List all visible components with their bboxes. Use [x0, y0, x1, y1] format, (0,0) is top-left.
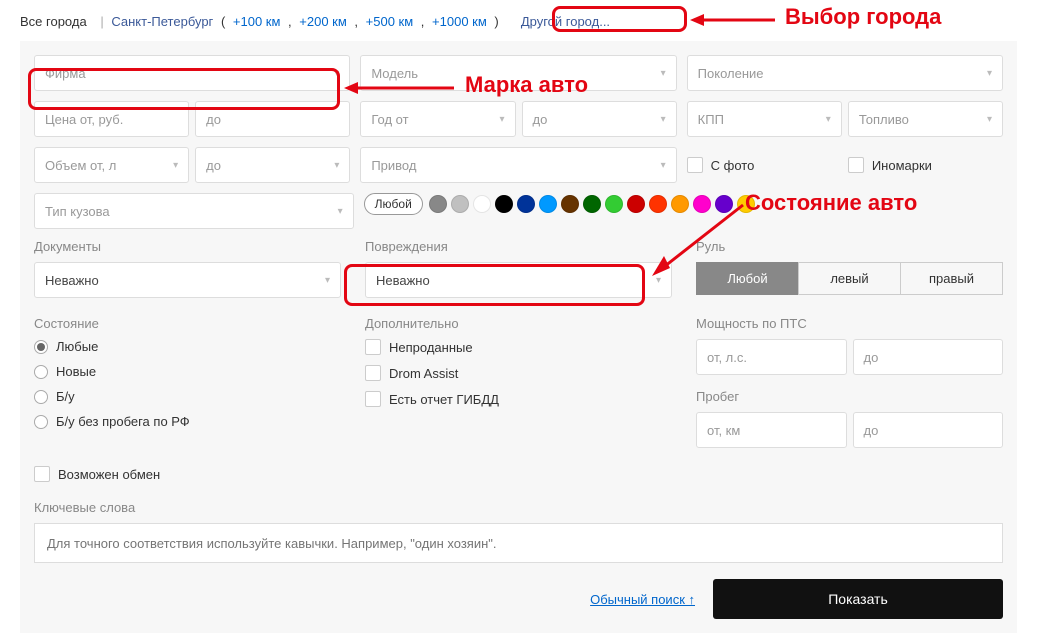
generation-placeholder: Поколение	[698, 66, 764, 81]
brand-placeholder: Фирма	[45, 66, 86, 81]
separator: |	[100, 14, 103, 29]
fuel-select[interactable]: Топливо▾	[848, 101, 1003, 137]
chevron-down-icon: ▾	[338, 206, 343, 217]
model-select[interactable]: Модель ▾	[360, 55, 676, 91]
radius-500[interactable]: +500 км	[366, 14, 414, 29]
year-to-select[interactable]: до▾	[522, 101, 677, 137]
chevron-down-icon: ▾	[334, 68, 339, 79]
wheel-right-button[interactable]: правый	[900, 262, 1003, 295]
drive-select[interactable]: Привод▾	[360, 147, 676, 183]
color-swatch[interactable]	[539, 195, 557, 213]
wheel-any-button[interactable]: Любой	[696, 262, 799, 295]
radio-icon	[34, 415, 48, 429]
condition-label: Состояние	[34, 316, 341, 331]
color-swatch[interactable]	[715, 195, 733, 213]
chevron-down-icon: ▾	[656, 275, 661, 286]
body-type-select[interactable]: Тип кузова▾	[34, 193, 354, 229]
power-to-input[interactable]: до	[853, 339, 1004, 375]
condition-used-radio[interactable]: Б/у	[34, 389, 341, 404]
chevron-down-icon: ▾	[499, 114, 504, 125]
color-swatch[interactable]	[605, 195, 623, 213]
radio-icon	[34, 390, 48, 404]
color-swatch[interactable]	[737, 195, 755, 213]
gearbox-select[interactable]: КПП▾	[687, 101, 842, 137]
foreign-checkbox[interactable]: Иномарки	[848, 147, 1003, 183]
radius-200[interactable]: +200 км	[299, 14, 347, 29]
filters-panel: Фирма ▾ Модель ▾ Поколение ▾ Цена от, ру…	[20, 41, 1017, 633]
keywords-label: Ключевые слова	[34, 500, 1003, 515]
city-selector-bar: Все города | Санкт-Петербург ( +100 км ,…	[20, 10, 1017, 41]
simple-search-link[interactable]: Обычный поиск ↑	[590, 592, 695, 607]
color-swatch[interactable]	[517, 195, 535, 213]
radio-icon	[34, 365, 48, 379]
chevron-down-icon: ▾	[173, 160, 178, 171]
mileage-to-input[interactable]: до	[853, 412, 1004, 448]
condition-no-rf-radio[interactable]: Б/у без пробега по РФ	[34, 414, 341, 429]
checkbox-icon	[365, 365, 381, 381]
color-swatch[interactable]	[429, 195, 447, 213]
color-swatch[interactable]	[451, 195, 469, 213]
exchange-checkbox[interactable]: Возможен обмен	[34, 466, 1003, 482]
color-swatch[interactable]	[561, 195, 579, 213]
checkbox-icon	[365, 391, 381, 407]
keywords-input[interactable]	[34, 523, 1003, 563]
wheel-left-button[interactable]: левый	[798, 262, 901, 295]
radius-1000[interactable]: +1000 км	[432, 14, 487, 29]
power-from-input[interactable]: от, л.с.	[696, 339, 847, 375]
color-swatch[interactable]	[495, 195, 513, 213]
checkbox-icon	[365, 339, 381, 355]
mileage-from-input[interactable]: от, км	[696, 412, 847, 448]
chevron-down-icon: ▾	[661, 114, 666, 125]
chevron-down-icon: ▾	[661, 160, 666, 171]
generation-select[interactable]: Поколение ▾	[687, 55, 1003, 91]
wheel-label: Руль	[696, 239, 1003, 254]
other-city-link[interactable]: Другой город...	[521, 14, 610, 29]
with-photo-checkbox[interactable]: С фото	[687, 147, 842, 183]
drom-assist-checkbox[interactable]: Drom Assist	[365, 365, 672, 381]
extra-label: Дополнительно	[365, 316, 672, 331]
chevron-down-icon: ▾	[987, 68, 992, 79]
radio-icon	[34, 340, 48, 354]
volume-to-select[interactable]: до▾	[195, 147, 350, 183]
chevron-down-icon: ▾	[661, 68, 666, 79]
chevron-down-icon: ▾	[334, 160, 339, 171]
color-swatch[interactable]	[627, 195, 645, 213]
chevron-down-icon: ▾	[826, 114, 831, 125]
chevron-down-icon: ▾	[987, 114, 992, 125]
unsold-checkbox[interactable]: Непроданные	[365, 339, 672, 355]
documents-label: Документы	[34, 239, 341, 254]
damage-label: Повреждения	[365, 239, 672, 254]
volume-from-select[interactable]: Объем от, л▾	[34, 147, 189, 183]
radius-100[interactable]: +100 км	[233, 14, 281, 29]
color-swatch[interactable]	[583, 195, 601, 213]
checkbox-icon	[687, 157, 703, 173]
condition-any-radio[interactable]: Любые	[34, 339, 341, 354]
condition-new-radio[interactable]: Новые	[34, 364, 341, 379]
year-from-select[interactable]: Год от▾	[360, 101, 515, 137]
color-any-button[interactable]: Любой	[364, 193, 423, 215]
chevron-down-icon: ▾	[325, 275, 330, 286]
color-picker: Любой	[364, 193, 1003, 215]
checkbox-icon	[34, 466, 50, 482]
checkbox-icon	[848, 157, 864, 173]
color-swatch[interactable]	[693, 195, 711, 213]
wheel-toggle: Любой левый правый	[696, 262, 1003, 295]
price-from-input[interactable]: Цена от, руб.	[34, 101, 189, 137]
all-cities-link[interactable]: Все города	[20, 14, 87, 29]
brand-select[interactable]: Фирма ▾	[34, 55, 350, 91]
color-swatch[interactable]	[649, 195, 667, 213]
mileage-label: Пробег	[696, 389, 1003, 404]
gibdd-checkbox[interactable]: Есть отчет ГИБДД	[365, 391, 672, 407]
model-placeholder: Модель	[371, 66, 418, 81]
damage-select[interactable]: Неважно▾	[365, 262, 672, 298]
documents-select[interactable]: Неважно▾	[34, 262, 341, 298]
color-swatch[interactable]	[473, 195, 491, 213]
price-to-input[interactable]: до	[195, 101, 350, 137]
show-button[interactable]: Показать	[713, 579, 1003, 619]
power-label: Мощность по ПТС	[696, 316, 1003, 331]
color-swatch[interactable]	[671, 195, 689, 213]
current-city-link[interactable]: Санкт-Петербург	[111, 14, 213, 29]
